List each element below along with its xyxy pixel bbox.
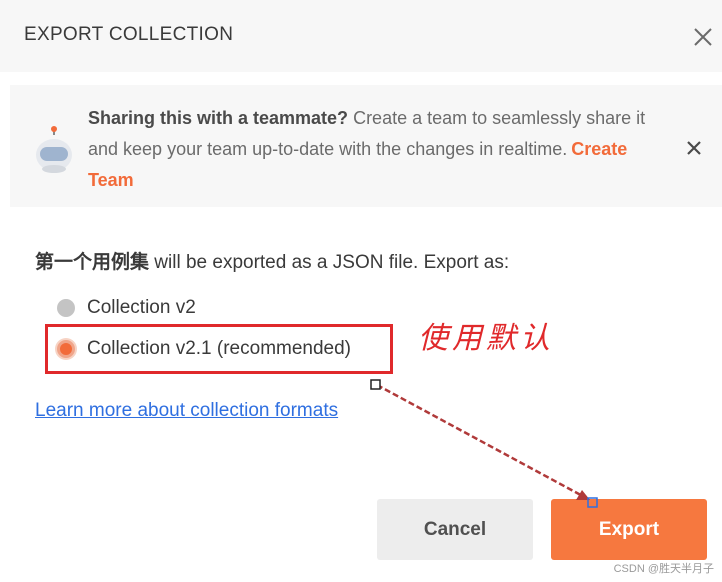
export-collection-dialog: EXPORT COLLECTION Sharing this with a te… [0,0,722,582]
banner-close-icon[interactable] [683,137,705,159]
learn-more-link[interactable]: Learn more about collection formats [35,400,338,422]
export-button[interactable]: Export [551,499,707,560]
export-description-text: will be exported as a JSON file. Export … [149,252,510,273]
dialog-header: EXPORT COLLECTION [0,0,722,72]
team-share-banner: Sharing this with a teammate? Create a t… [10,85,722,207]
dialog-title: EXPORT COLLECTION [24,24,234,45]
close-icon[interactable] [690,24,716,50]
radio-collection-v2[interactable]: Collection v2 [57,297,196,319]
robot-icon [32,125,76,175]
collection-name: 第一个用例集 [35,251,150,273]
radio-label: Collection v2 [87,297,196,318]
watermark: CSDN @胜天半月子 [613,563,714,575]
annotation-text: 使用默认 [418,321,554,356]
cancel-button[interactable]: Cancel [377,499,533,560]
banner-message: Sharing this with a teammate? Create a t… [88,103,648,196]
export-description: 第一个用例集 will be exported as a JSON file. … [35,247,509,274]
radio-button-unselected[interactable] [57,299,75,317]
banner-heading: Sharing this with a teammate? [88,108,349,128]
annotation-highlight-box [45,324,393,374]
